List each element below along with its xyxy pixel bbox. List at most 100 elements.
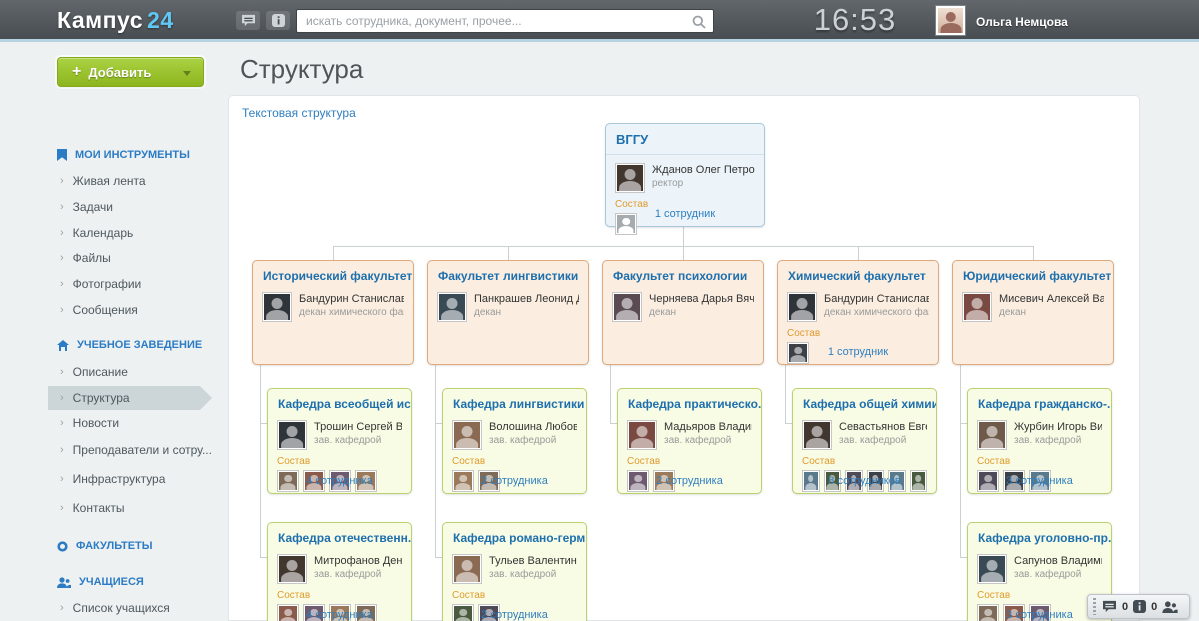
org-card-department[interactable]: Кафедра практическо... Мадьяров Владимир… — [617, 388, 762, 494]
user-avatar[interactable] — [935, 5, 966, 36]
sidebar-item-files[interactable]: ›Файлы — [60, 245, 111, 271]
person-photo[interactable] — [262, 292, 292, 322]
arrow-icon: › — [60, 201, 64, 213]
sidebar-item-live-feed[interactable]: ›Живая лента — [60, 168, 146, 194]
org-card-department[interactable]: Кафедра лингвистики ... Волошина Любовь … — [442, 388, 587, 494]
org-card-department[interactable]: Кафедра общей химии Севастьянов Евгений … — [792, 388, 937, 494]
org-card-title: ВГГУ — [606, 124, 764, 155]
person-role: зав. кафедрой — [489, 435, 577, 446]
arrow-icon: › — [60, 278, 64, 290]
org-card-title: Кафедра практическо... — [618, 389, 761, 416]
page-title: Структура — [240, 54, 363, 85]
app-logo[interactable]: Кампус24 — [57, 7, 174, 34]
person-name: Тульев Валентин Вале... — [489, 555, 577, 567]
person-name: Панкрашев Леонид Данило... — [474, 293, 579, 305]
person-photo[interactable] — [437, 292, 467, 322]
person-role: зав. кафедрой — [314, 569, 402, 580]
sidebar-section-students[interactable]: УЧАЩИЕСЯ — [57, 569, 144, 595]
org-card-faculty[interactable]: Факультет психологии Черняева Дарья Вяче… — [602, 260, 764, 365]
person-role: ректор — [652, 178, 755, 189]
org-card-faculty[interactable]: Юридический факультет Мисевич Алексей Ва… — [952, 260, 1114, 365]
staff-count-link[interactable]: 1 сотрудник — [778, 346, 938, 358]
sidebar-item-photos[interactable]: ›Фотографии — [60, 271, 141, 297]
info-icon[interactable] — [266, 11, 290, 30]
staff-count-link[interactable]: 4 сотрудника — [268, 609, 411, 621]
org-card-title: Кафедра отечественн... — [268, 523, 411, 550]
staff-count-link[interactable]: 2 сотрудника — [443, 475, 586, 487]
org-card-title: Исторический факультет — [253, 261, 413, 288]
sidebar: + Добавить МОИ ИНСТРУМЕНТЫ ›Живая лента … — [0, 45, 228, 621]
staff-count-link[interactable]: 4 сотрудника — [268, 475, 411, 487]
person-photo[interactable] — [277, 420, 307, 450]
person-role: декан химического факультета — [299, 307, 404, 318]
search-box — [296, 9, 714, 33]
person-name: Сапунов Владимир Вик... — [1014, 555, 1102, 567]
connector-line — [610, 365, 611, 424]
sidebar-item-infrastructure[interactable]: ›Инфраструктура — [60, 466, 165, 492]
person-photo[interactable] — [802, 420, 832, 450]
sidebar-section-faculties[interactable]: ФАКУЛЬТЕТЫ — [57, 533, 153, 559]
arrow-icon: › — [60, 252, 64, 264]
messages-icon[interactable] — [236, 11, 260, 30]
person-role: декан — [649, 307, 754, 318]
sidebar-item-news[interactable]: ›Новости — [60, 410, 119, 436]
org-card-title: Кафедра лингвистики ... — [443, 389, 586, 416]
sidebar-item-teachers[interactable]: ›Преподаватели и сотру... — [60, 437, 212, 463]
person-photo[interactable] — [615, 163, 645, 193]
info-icon[interactable] — [1133, 600, 1146, 613]
arrow-icon: › — [60, 366, 64, 378]
staff-count-link[interactable]: 2 сотрудника — [443, 609, 586, 621]
staff-label: Состав — [268, 450, 411, 470]
org-card-university[interactable]: ВГГУ Жданов Олег Петрович ректор Состав … — [605, 123, 765, 227]
sidebar-item-messages[interactable]: ›Сообщения — [60, 297, 138, 323]
person-name: Бандурин Станислав Стан... — [824, 293, 929, 305]
org-card-department[interactable]: Кафедра гражданско-... Журбин Игорь Вита… — [967, 388, 1112, 494]
staff-count-link[interactable]: 8 сотрудников — [793, 475, 936, 487]
messages-icon[interactable] — [1102, 600, 1117, 613]
person-role: зав. кафедрой — [1014, 435, 1102, 446]
arrow-icon: › — [60, 175, 64, 187]
person-photo[interactable] — [612, 292, 642, 322]
staff-label: Состав — [268, 584, 411, 604]
top-bar: Кампус24 16:53 Ольга Немцова — [0, 0, 1199, 42]
org-card-department[interactable]: Кафедра всеобщей ис... Трошин Сергей Вла… — [267, 388, 412, 494]
logo-accent: 24 — [147, 7, 174, 33]
org-card-faculty[interactable]: Химический факультет Бандурин Станислав … — [777, 260, 939, 365]
person-photo[interactable] — [452, 420, 482, 450]
person-photo[interactable] — [977, 420, 1007, 450]
person-photo[interactable] — [627, 420, 657, 450]
add-button[interactable]: + Добавить — [57, 57, 204, 87]
org-card-department[interactable]: Кафедра отечественн... Митрофанов Денис … — [267, 522, 412, 621]
org-card-faculty[interactable]: Исторический факультет Бандурин Станисла… — [252, 260, 414, 365]
sidebar-item-calendar[interactable]: ›Календарь — [60, 220, 133, 246]
info-count: 0 — [1151, 601, 1157, 613]
staff-label: Состав — [443, 584, 586, 604]
text-structure-link[interactable]: Текстовая структура — [242, 106, 356, 120]
search-icon[interactable] — [692, 15, 706, 34]
user-name[interactable]: Ольга Немцова — [976, 15, 1068, 29]
sidebar-item-structure[interactable]: ›Структура — [48, 386, 212, 410]
person-photo[interactable] — [977, 554, 1007, 584]
staff-count-link[interactable]: 2 сотрудника — [618, 475, 761, 487]
search-input[interactable] — [297, 10, 713, 32]
person-name: Мисевич Алексей Василье... — [999, 293, 1104, 305]
org-card-title: Факультет психологии — [603, 261, 763, 288]
org-card-department[interactable]: Кафедра романо-герм... Тульев Валентин В… — [442, 522, 587, 621]
org-card-faculty[interactable]: Факультет лингвистики Панкрашев Леонид Д… — [427, 260, 589, 365]
person-photo[interactable] — [962, 292, 992, 322]
staff-count-link[interactable]: 1 сотрудник — [606, 208, 764, 220]
person-photo[interactable] — [787, 292, 817, 322]
org-card-title: Кафедра всеобщей ис... — [268, 389, 411, 416]
messages-count: 0 — [1122, 601, 1128, 613]
people-icon[interactable] — [1162, 601, 1178, 613]
person-photo[interactable] — [277, 554, 307, 584]
sidebar-item-student-list[interactable]: ›Список учащихся — [60, 595, 170, 621]
person-photo[interactable] — [452, 554, 482, 584]
staff-count-link[interactable]: 3 сотрудника — [968, 475, 1111, 487]
sidebar-item-description[interactable]: ›Описание — [60, 359, 128, 385]
connector-line — [260, 365, 261, 558]
sidebar-item-tasks[interactable]: ›Задачи — [60, 194, 113, 220]
drag-handle-icon[interactable] — [1093, 598, 1096, 615]
staff-label: Состав — [778, 322, 938, 342]
sidebar-item-contacts[interactable]: ›Контакты — [60, 495, 125, 521]
